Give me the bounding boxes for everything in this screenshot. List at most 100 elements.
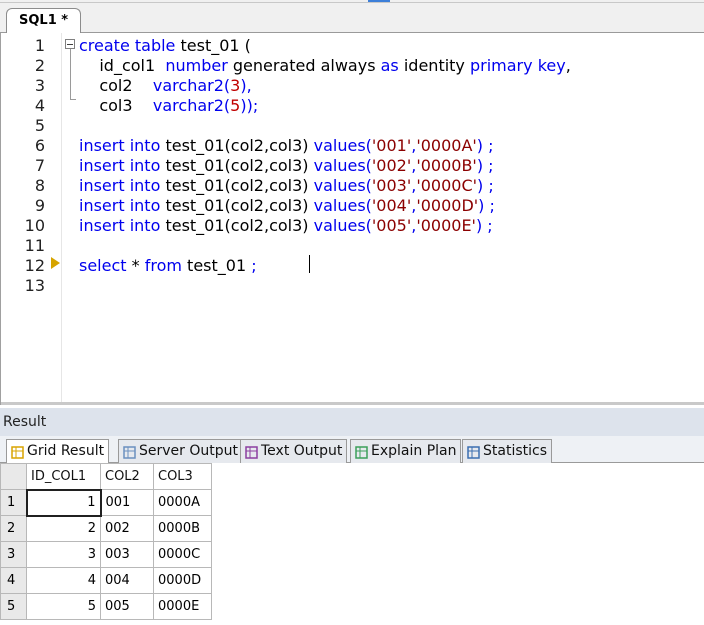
code-token: test_01(col2,col3) [160,136,314,155]
code-token: test_01 ( [175,36,251,55]
row-number-cell[interactable]: 2 [0,515,27,542]
grid-header-row: ID_COL1 COL2 COL3 [0,463,212,490]
code-token: '003' [371,176,412,195]
gutter-divider [61,33,62,405]
table-row[interactable]: 1 1 001 0000A [0,488,212,517]
grid-corner-cell[interactable] [0,463,27,490]
code-token: generated always [227,56,381,75]
table-row[interactable]: 2 2 002 0000B [0,515,212,542]
code-token: values( [313,216,372,235]
cell-col2[interactable]: 005 [100,593,154,620]
code-token: insert into [79,196,161,215]
row-number-cell[interactable]: 3 [0,541,27,568]
code-token: ) ; [475,216,493,235]
code-line: select * from test_01 ; [79,256,257,276]
code-token: id_col1 [79,56,166,75]
code-token: test_01(col2,col3) [160,196,314,215]
code-token: 5 [230,96,241,115]
tab-grid[interactable]: Grid Result [6,439,110,464]
line-number: 6 [34,136,45,155]
code-token: test_01(col2,col3) [160,156,314,175]
result-grid[interactable]: ID_COL1 COL2 COL3 1 1 001 0000A 2 2 002 0000B 3 3… [0,463,212,620]
tab-explain-plan[interactable]: Explain Plan [350,439,462,463]
code-line: insert into test_01(col2,col3) values('0… [79,216,493,236]
tab-label: Text Output [261,443,343,459]
code-token: '0000B' [416,156,477,175]
code-token: '001' [371,136,412,155]
line-number: 5 [34,116,45,135]
table-row[interactable]: 5 5 005 0000E [0,593,212,620]
table-row[interactable]: 4 4 004 0000D [0,567,212,594]
column-header-col2[interactable]: COL2 [100,463,154,490]
code-token: col3 [79,96,153,115]
code-token: ) ; [478,196,495,215]
code-line: create table test_01 ( [79,36,251,56]
code-token: ) ; [476,156,494,175]
code-token: insert into [79,136,161,155]
code-line: insert into test_01(col2,col3) values('0… [79,196,495,216]
row-number-cell[interactable]: 5 [0,593,27,620]
row-number-cell[interactable]: 4 [0,567,27,594]
code-token: test_01 [181,256,252,275]
tab-text-output[interactable]: Text Output [240,439,348,463]
cell-col3[interactable]: 0000A [153,489,212,516]
code-token: identity [398,56,470,75]
tab-statistics[interactable]: Statistics [462,439,552,463]
cell-id-col1[interactable]: 3 [26,541,101,568]
cell-col3[interactable]: 0000D [153,567,212,594]
tab-label: Server Output [139,443,238,459]
code-line: col3 varchar2(5)); [79,96,258,116]
code-token: insert into [79,176,161,195]
line-number: 11 [24,236,45,255]
result-panel-title: Result [0,408,704,436]
server-output-icon [123,444,136,459]
column-header-col3[interactable]: COL3 [153,463,212,490]
line-number: 7 [34,156,45,175]
cell-id-col1[interactable]: 5 [26,593,101,620]
row-number-cell[interactable]: 1 [0,489,27,516]
code-token: as [380,56,399,75]
editor-tab-strip: SQL1 * [0,0,704,34]
code-line: id_col1 number generated always as ident… [79,56,571,76]
tab-server-output[interactable]: Server Output [118,439,243,463]
cell-col3[interactable]: 0000B [153,515,212,542]
code-token: values( [313,196,372,215]
text-output-icon [245,444,258,459]
cell-id-col1[interactable]: 1 [25,488,102,517]
table-row[interactable]: 3 3 003 0000C [0,541,212,568]
cell-id-col1[interactable]: 4 [26,567,101,594]
code-token: test_01(col2,col3) [160,216,314,235]
fold-range-line [70,49,71,99]
cell-col2[interactable]: 004 [100,567,154,594]
code-editor[interactable]: 1 2 3 4 5 6 7 8 9 10 11 12 13 create table test_01 (… [0,33,704,405]
cell-id-col1[interactable]: 2 [26,515,101,542]
code-line: insert into test_01(col2,col3) values('0… [79,176,494,196]
code-token: insert into [79,156,161,175]
code-token: ) ; [477,176,494,195]
code-token: varchar2( [152,76,231,95]
cell-col2[interactable]: 001 [100,489,154,516]
cell-col3[interactable]: 0000E [153,593,212,620]
code-token: values( [313,136,372,155]
fold-range-end [70,99,76,100]
text-caret [309,255,310,273]
tab-label: Statistics [483,443,547,459]
current-statement-arrow-icon [51,257,60,269]
code-token: col2 [79,76,153,95]
result-tab-strip: Grid Result Server Output Text Output Expla… [0,436,704,464]
tab-sql1[interactable]: SQL1 * [6,8,82,34]
column-header-id-col1[interactable]: ID_COL1 [26,463,101,490]
cell-col3[interactable]: 0000C [153,541,212,568]
tab-label: Grid Result [27,443,105,459]
editor-splitter[interactable] [1,402,704,405]
code-token: '0000A' [416,136,477,155]
statistics-icon [467,444,480,459]
cell-col2[interactable]: 002 [100,515,154,542]
code-token: , [565,56,571,75]
code-token: 3 [230,76,241,95]
line-number: 10 [24,216,45,235]
fold-collapse-icon[interactable] [65,39,75,49]
tab-strip-divider [0,2,704,3]
cell-col2[interactable]: 003 [100,541,154,568]
code-token: insert into [79,216,161,235]
